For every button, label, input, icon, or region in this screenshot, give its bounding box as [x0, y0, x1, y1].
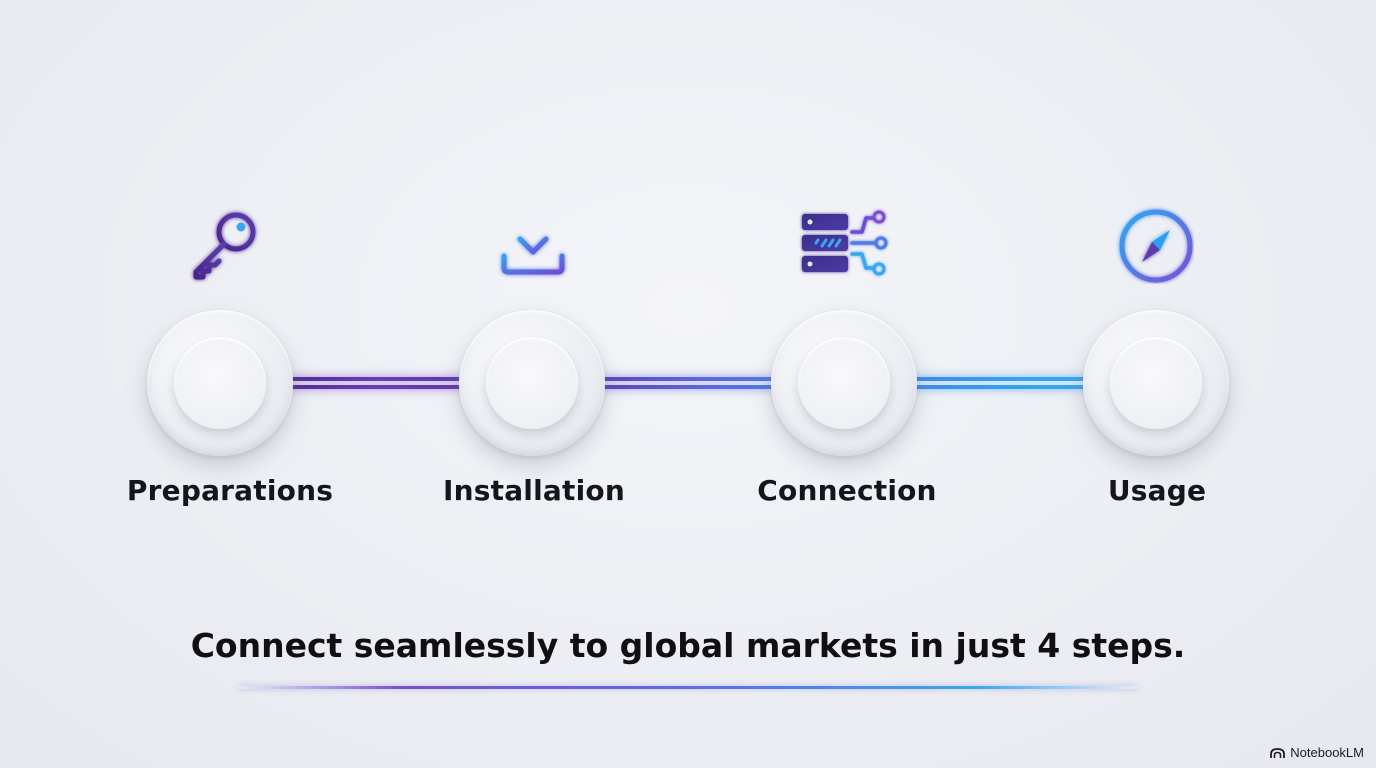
step-label-preparations: Preparations: [126, 474, 334, 507]
connector-1-2: [272, 377, 478, 389]
step-label-installation: Installation: [443, 474, 625, 507]
step-node-preparations: [147, 310, 293, 456]
server-network-icon: [802, 210, 888, 276]
brand-watermark: NotebookLM: [1270, 745, 1364, 760]
tagline-underline: [238, 686, 1138, 689]
tagline: Connect seamlessly to global markets in …: [190, 626, 1186, 665]
step-label-usage: Usage: [1107, 474, 1207, 507]
step-node-installation: [459, 310, 605, 456]
compass-icon: [1119, 209, 1193, 283]
step-node-usage: [1083, 310, 1229, 456]
step-label-connection: Connection: [757, 474, 937, 507]
step-node-connection: [771, 310, 917, 456]
brand-name: NotebookLM: [1290, 745, 1364, 760]
connector-2-3: [588, 377, 792, 389]
notebooklm-logo-icon: [1270, 747, 1286, 758]
key-icon: [193, 212, 256, 280]
download-icon: [501, 211, 565, 275]
connector-3-4: [900, 377, 1104, 389]
process-diagram: Preparations Installation Connection Usa…: [0, 0, 1376, 768]
